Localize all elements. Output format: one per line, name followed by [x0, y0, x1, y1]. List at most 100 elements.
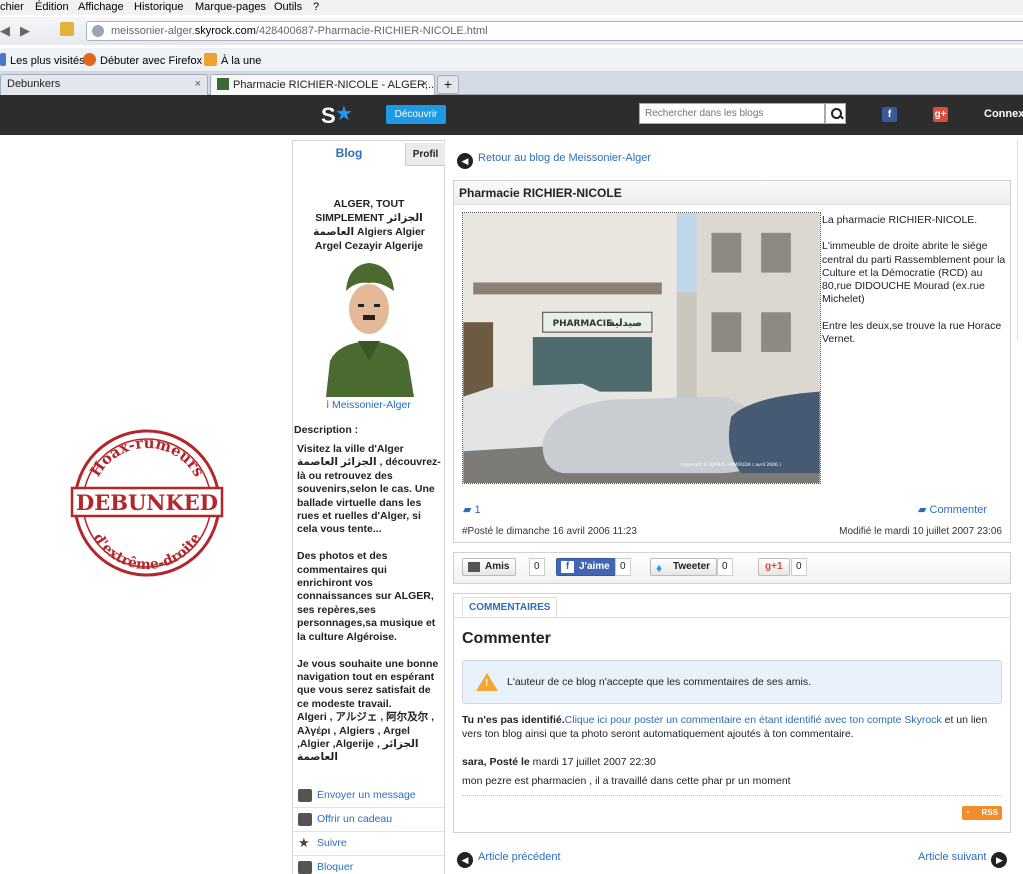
- tab-label: Pharmacie RICHIER-NICOLE - ALGER,...: [233, 79, 435, 91]
- bookmark-firefox[interactable]: Débuter avec Firefox: [83, 53, 202, 67]
- previous-article-link[interactable]: ◀ Article précédent: [457, 851, 561, 868]
- bookmark-folder-icon: [0, 53, 6, 66]
- rss-feed-icon: ◔: [965, 808, 970, 817]
- identify-link[interactable]: Clique ici pour poster un commentaire en…: [565, 714, 942, 726]
- back-to-blog-link[interactable]: ◀ Retour au blog de Meissonier-Alger: [457, 152, 651, 169]
- site-header: S★ Découvrir f g+ Connexion: [0, 95, 1023, 135]
- bookmark-a-la-une[interactable]: À la une: [204, 53, 261, 67]
- url-text: meissonier-alger.skyrock.com/428400687-P…: [111, 25, 488, 37]
- article-photo[interactable]: PHARMACIE صيدلية copyright © DJAMAL HAMO…: [462, 212, 821, 484]
- google-plus-button[interactable]: g+1: [758, 558, 790, 576]
- comment-heading: Commenter: [462, 630, 551, 647]
- facebook-icon[interactable]: f: [882, 107, 897, 122]
- menu-affichage[interactable]: Affichage: [78, 0, 124, 14]
- discover-button[interactable]: Découvrir: [386, 105, 446, 124]
- address-bar: ◀▶ meissonier-alger.skyrock.com/42840068…: [0, 17, 1023, 45]
- arrow-left-icon: ◀: [457, 153, 473, 169]
- notice-text: L'auteur de ce blog n'accepte que les co…: [507, 676, 812, 688]
- article-title: Pharmacie RICHIER-NICOLE: [454, 181, 1010, 205]
- modified-date: Modifié le mardi 10 juillet 2007 23:06: [839, 526, 1002, 537]
- google-plus-count: 0: [791, 558, 807, 576]
- new-tab-button[interactable]: +: [437, 75, 459, 94]
- block-user-icon: [298, 861, 312, 874]
- menu-edition[interactable]: Édition: [35, 0, 69, 14]
- like-count: 0: [615, 558, 631, 576]
- arrow-right-icon: ▶: [991, 852, 1008, 868]
- bookmark-most-visited[interactable]: Les plus visités: [0, 53, 85, 67]
- tab-label: Debunkers: [7, 78, 61, 90]
- site-identity-icon[interactable]: [92, 25, 104, 37]
- skyrock-logo[interactable]: S ★: [321, 103, 353, 129]
- right-column-edge: [1017, 140, 1023, 340]
- stamp-middle-text: DEBUNKED: [76, 490, 218, 515]
- add-comment-icon: ▰: [918, 504, 930, 516]
- photo-sign-latin: PHARMACIE: [553, 319, 613, 329]
- posted-date: #Posté le dimanche 16 avril 2006 11:23: [462, 526, 637, 537]
- back-forward-icon[interactable]: ◀▶: [0, 23, 40, 39]
- amis-button[interactable]: Amis: [462, 558, 517, 576]
- rss-button[interactable]: ◔ RSS: [962, 806, 1002, 820]
- blog-search-input[interactable]: [639, 103, 825, 124]
- debunked-stamp: Hoax-rumeurs DEBUNKED d'extrême-droite: [70, 429, 224, 577]
- rss-feed-icon: [204, 53, 217, 66]
- comments-panel: COMMENTAIRES Commenter ! L'auteur de ce …: [453, 593, 1011, 833]
- comment-count[interactable]: ▰ 1: [463, 503, 481, 516]
- comment-meta: sara, Posté le mardi 17 juillet 2007 22:…: [462, 756, 656, 768]
- description-label: Description :: [294, 424, 359, 436]
- block-button[interactable]: Bloquer: [293, 855, 444, 874]
- tab-profil[interactable]: Profil: [405, 143, 445, 166]
- author-link[interactable]: ⅰ Meissonier-Alger: [293, 399, 444, 411]
- menu-marque-pages[interactable]: Marque-pages: [195, 0, 266, 14]
- share-icon: [468, 562, 480, 572]
- blog-title: ALGER, TOUT SIMPLEMENT الجزائر العاصمة A…: [313, 198, 425, 252]
- article: Pharmacie RICHIER-NICOLE PHARMACIE صيدلي…: [453, 180, 1011, 543]
- amis-count: 0: [529, 558, 545, 576]
- home-icon[interactable]: [60, 22, 74, 36]
- send-message-button[interactable]: Envoyer un message: [293, 784, 444, 808]
- firefox-icon: [83, 53, 96, 66]
- identify-text: Tu n'es pas identifié.Clique ici pour po…: [462, 714, 988, 740]
- tab-pharmacie[interactable]: Pharmacie RICHIER-NICOLE - ALGER,... ×: [210, 74, 435, 95]
- favicon-icon: [217, 78, 229, 90]
- tab-debunkers[interactable]: Debunkers ×: [0, 74, 208, 95]
- menu-historique[interactable]: Historique: [134, 0, 184, 14]
- photo-credit: copyright © DJAMAL HAMOUDA ( avril 2006 …: [681, 461, 782, 468]
- comment-bubble-icon: ▰: [463, 504, 475, 516]
- close-tab-icon[interactable]: ×: [422, 78, 428, 90]
- follow-button[interactable]: ★ Suivre: [293, 831, 444, 855]
- browser-menubar: chier Édition Affichage Historique Marqu…: [0, 0, 1023, 15]
- connect-link[interactable]: Connexion: [984, 108, 1023, 120]
- avatar[interactable]: [318, 251, 420, 397]
- divider: [462, 795, 1002, 796]
- menu-outils[interactable]: Outils: [274, 0, 302, 14]
- menu-fichier[interactable]: chier: [0, 0, 24, 14]
- star-icon: ★: [335, 103, 353, 125]
- facebook-icon: f: [561, 561, 574, 573]
- next-article-link[interactable]: Article suivant ▶: [918, 851, 1008, 868]
- google-plus-icon[interactable]: g+: [933, 107, 948, 122]
- blog-description: Visitez la ville d'Alger الجزائر العاصمة…: [297, 443, 441, 764]
- url-field[interactable]: meissonier-alger.skyrock.com/428400687-P…: [86, 21, 1023, 41]
- close-tab-icon[interactable]: ×: [195, 78, 201, 90]
- comments-tab[interactable]: COMMENTAIRES: [462, 597, 558, 617]
- share-bar: Amis 0 f J'aime 0 ♦ Tweeter 0 g+1 0: [453, 552, 1011, 584]
- tweet-button[interactable]: ♦ Tweeter: [650, 558, 718, 576]
- stamp-bottom-text: d'extrême-droite: [90, 531, 204, 574]
- arrow-left-icon: ◀: [457, 852, 473, 868]
- comment-link[interactable]: ▰ Commenter: [918, 503, 987, 516]
- friends-only-notice: ! L'auteur de ce blog n'accepte que les …: [462, 660, 1002, 704]
- like-button[interactable]: f J'aime: [556, 558, 617, 576]
- tab-blog[interactable]: Blog: [293, 141, 405, 166]
- tweet-count: 0: [717, 558, 733, 576]
- gift-button[interactable]: Offrir un cadeau: [293, 807, 444, 831]
- blog-sidebar: Blog Profil ALGER, TOUT SIMPLEMENT الجزا…: [292, 140, 445, 874]
- stamp-top-text: Hoax-rumeurs: [86, 434, 208, 480]
- photo-sign-arabic: صيدلية: [609, 318, 642, 329]
- message-icon: [298, 789, 312, 802]
- menu-help[interactable]: ?: [313, 0, 319, 14]
- divider: [454, 617, 1010, 618]
- article-text: La pharmacie RICHIER-NICOLE. L'immeuble …: [822, 214, 1006, 345]
- bookmarks-bar: Les plus visités Débuter avec Firefox À …: [0, 48, 1023, 72]
- gift-icon: [298, 813, 312, 826]
- search-icon[interactable]: [825, 103, 846, 124]
